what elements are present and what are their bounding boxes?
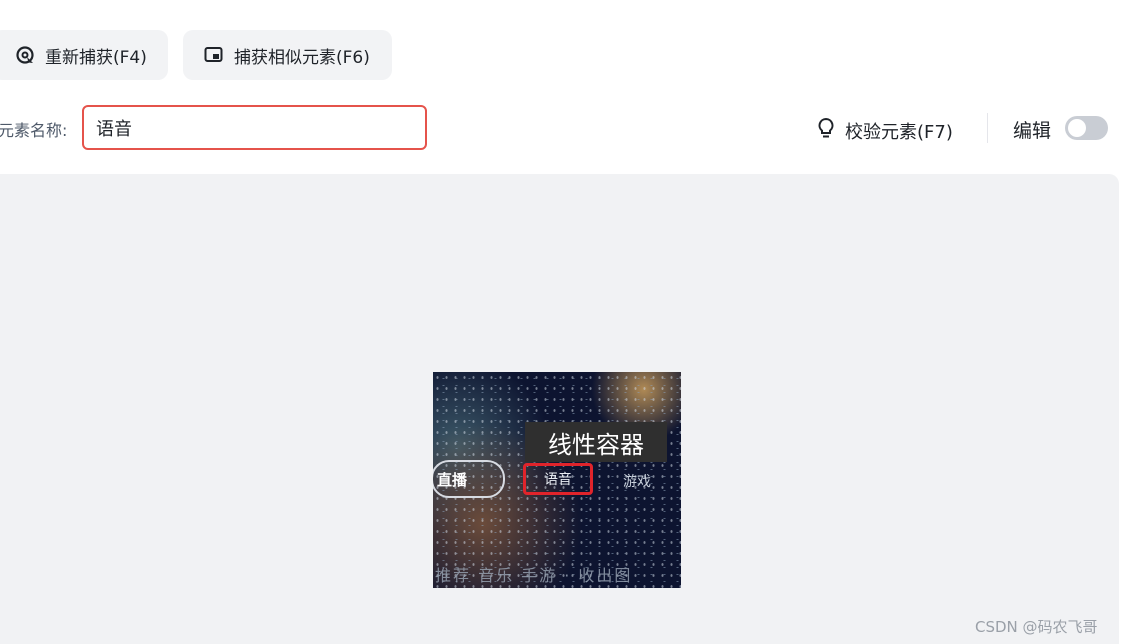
element-name-label: 元素名称: xyxy=(0,121,68,140)
recapture-label: 重新捕获(F4) xyxy=(45,47,147,68)
tab-voice-highlighted: 语音 xyxy=(523,463,593,495)
capture-similar-icon xyxy=(203,44,225,66)
verify-element-button[interactable]: 校验元素(F7) xyxy=(815,116,953,145)
captured-element-image: 线性容器 直播 语音 游戏 推荐 音乐 手游 · 收出图 xyxy=(433,372,681,588)
toolbar-divider xyxy=(987,113,988,143)
verify-element-label: 校验元素(F7) xyxy=(845,121,953,143)
recapture-icon xyxy=(14,44,36,66)
element-name-input[interactable] xyxy=(82,105,427,150)
edit-label: 编辑 xyxy=(1013,120,1052,142)
lightbulb-icon xyxy=(815,116,837,145)
tab-game: 游戏 xyxy=(623,474,651,490)
recapture-button[interactable]: 重新捕获(F4) xyxy=(0,30,168,80)
tab-live: 直播 xyxy=(433,460,505,498)
edit-toggle[interactable] xyxy=(1065,116,1108,140)
capture-similar-label: 捕获相似元素(F6) xyxy=(234,47,370,68)
capture-similar-button[interactable]: 捕获相似元素(F6) xyxy=(183,30,392,80)
toggle-knob xyxy=(1068,119,1086,137)
capture-bottom-text: 推荐 音乐 手游 · 收出图 xyxy=(435,566,633,585)
container-tooltip: 线性容器 xyxy=(525,422,667,462)
watermark: CSDN @码农飞哥 xyxy=(975,618,1098,636)
